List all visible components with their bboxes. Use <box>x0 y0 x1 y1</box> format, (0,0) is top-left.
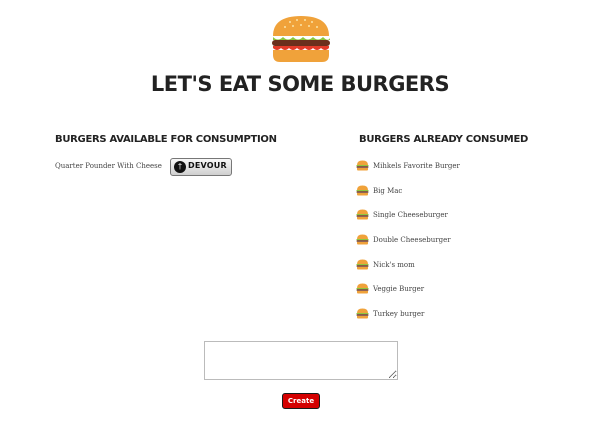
consumed-burger-item: Big Mac <box>356 185 556 210</box>
available-burger-name: Quarter Pounder With Cheese <box>55 162 162 170</box>
consumed-burger-item: Nick's mom <box>356 259 556 284</box>
burger-icon <box>356 185 369 196</box>
create-button[interactable]: Create <box>282 393 320 409</box>
consumed-heading: BURGERS ALREADY CONSUMED <box>359 134 528 145</box>
consumed-burger-name: Veggie Burger <box>373 285 425 294</box>
consumed-burger-name: Big Mac <box>373 186 403 195</box>
consumed-burger-name: Turkey burger <box>373 310 425 319</box>
consumed-burger-name: Mihkels Favorite Burger <box>373 162 460 170</box>
devour-label: DEVOUR <box>188 161 227 170</box>
consumed-burger-item: Double Cheeseburger <box>356 234 556 259</box>
consumed-burger-name: Nick's mom <box>373 260 415 269</box>
burger-icon <box>356 259 369 270</box>
available-heading: BURGERS AVAILABLE FOR CONSUMPTION <box>55 134 277 145</box>
fork-knife-icon: † <box>174 161 186 173</box>
burger-icon <box>356 209 369 220</box>
available-burger-item: Quarter Pounder With Cheese † DEVOUR <box>55 158 245 176</box>
burger-icon <box>356 308 369 319</box>
page-title: LET'S EAT SOME BURGERS <box>150 72 450 96</box>
burger-icon <box>356 234 369 245</box>
consumed-burger-list: Mihkels Favorite Burger Big Mac Single Che… <box>356 160 556 333</box>
burger-icon <box>356 283 369 294</box>
consumed-burger-item: Single Cheeseburger <box>356 209 556 234</box>
consumed-burger-item: Veggie Burger <box>356 283 556 308</box>
consumed-burger-item: Mihkels Favorite Burger <box>356 160 556 185</box>
consumed-burger-item: Turkey burger <box>356 308 556 333</box>
burger-name-input[interactable] <box>204 341 398 380</box>
devour-button[interactable]: † DEVOUR <box>170 158 232 176</box>
consumed-burger-name: Single Cheeseburger <box>373 211 448 220</box>
burger-icon <box>356 160 369 171</box>
burger-logo-icon <box>272 16 330 62</box>
consumed-burger-name: Double Cheeseburger <box>373 236 451 245</box>
